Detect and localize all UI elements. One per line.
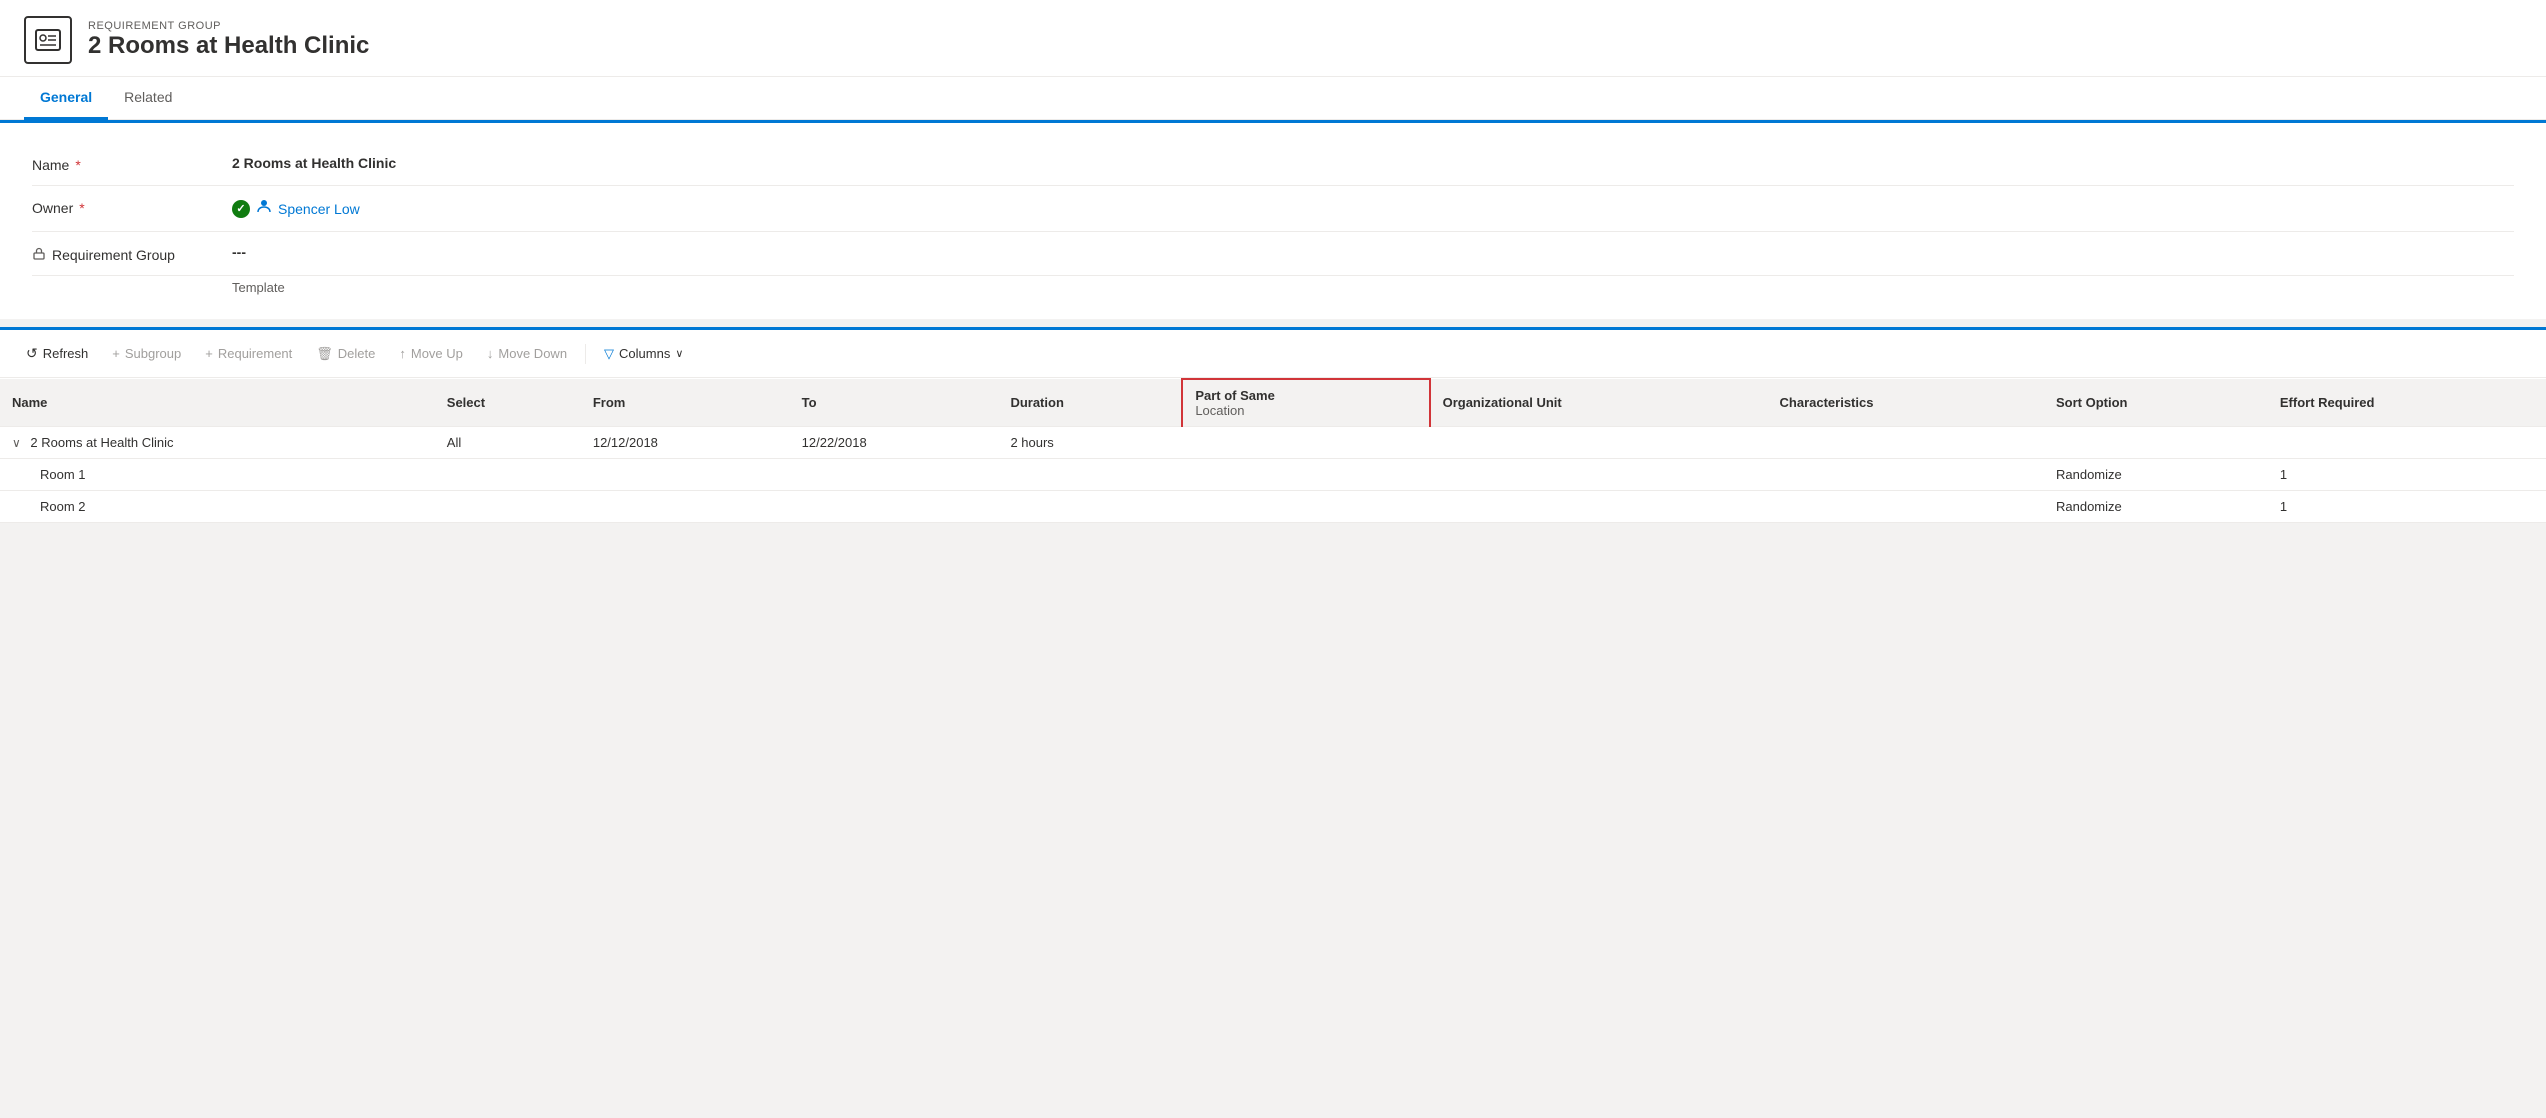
col-header-effort-required: Effort Required xyxy=(2268,379,2546,427)
value-name: 2 Rooms at Health Clinic xyxy=(232,155,2514,171)
cell-name-room1: Room 1 xyxy=(0,459,435,491)
grid-toolbar: ↺ Refresh + Subgroup + Requirement 🗑 Del… xyxy=(0,330,2546,378)
col-header-sort-option: Sort Option xyxy=(2044,379,2268,427)
col-header-part-of-same: Part of Same Location xyxy=(1182,379,1429,427)
movedown-icon: ↓ xyxy=(487,346,494,361)
refresh-button[interactable]: ↺ Refresh xyxy=(16,340,98,367)
cell-sortoption-room2: Randomize xyxy=(2044,491,2268,523)
form-section: Name * 2 Rooms at Health Clinic Owner * … xyxy=(0,123,2546,319)
cell-sortoption-group xyxy=(2044,427,2268,459)
tab-general[interactable]: General xyxy=(24,77,108,120)
table-row[interactable]: Room 2 Randomize 1 xyxy=(0,491,2546,523)
cell-from-room1 xyxy=(581,459,790,491)
form-row-owner: Owner * ✓ Spencer Low xyxy=(32,186,2514,232)
cell-effort-group xyxy=(2268,427,2546,459)
chevron-down-icon: ∨ xyxy=(675,347,683,360)
cell-characteristics-room1 xyxy=(1768,459,2044,491)
cell-orgunit-room2 xyxy=(1430,491,1768,523)
cell-partofsame-group xyxy=(1182,427,1429,459)
add-requirement-icon: + xyxy=(205,346,213,361)
cell-effort-room2: 1 xyxy=(2268,491,2546,523)
moveup-button[interactable]: ↑ Move Up xyxy=(389,341,473,366)
col-header-to: To xyxy=(790,379,999,427)
cell-partofsame-room2 xyxy=(1182,491,1429,523)
template-label-second-line: Template xyxy=(32,280,2514,295)
page-title: 2 Rooms at Health Clinic xyxy=(88,32,369,60)
lock-icon xyxy=(32,246,46,263)
cell-from-group: 12/12/2018 xyxy=(581,427,790,459)
cell-characteristics-room2 xyxy=(1768,491,2044,523)
grid-section: ↺ Refresh + Subgroup + Requirement 🗑 Del… xyxy=(0,327,2546,523)
table-header-row: Name Select From To Duration Part of Sam… xyxy=(0,379,2546,427)
cell-orgunit-room1 xyxy=(1430,459,1768,491)
form-row-template: Requirement Group --- xyxy=(32,232,2514,276)
col-header-select: Select xyxy=(435,379,581,427)
movedown-button[interactable]: ↓ Move Down xyxy=(477,341,577,366)
col-header-from: From xyxy=(581,379,790,427)
tab-related[interactable]: Related xyxy=(108,77,188,120)
entity-icon xyxy=(24,16,72,64)
cell-to-group: 12/22/2018 xyxy=(790,427,999,459)
subgroup-button[interactable]: + Subgroup xyxy=(102,341,191,366)
label-template: Requirement Group xyxy=(32,244,232,263)
table-row[interactable]: ∨ 2 Rooms at Health Clinic All 12/12/201… xyxy=(0,427,2546,459)
cell-from-room2 xyxy=(581,491,790,523)
form-row-name: Name * 2 Rooms at Health Clinic xyxy=(32,143,2514,186)
moveup-icon: ↑ xyxy=(399,346,406,361)
expand-icon: ∨ xyxy=(12,436,21,450)
refresh-icon: ↺ xyxy=(26,345,38,362)
cell-effort-room1: 1 xyxy=(2268,459,2546,491)
cell-duration-room1 xyxy=(998,459,1182,491)
delete-icon: 🗑 xyxy=(316,346,333,362)
toolbar-separator xyxy=(585,344,586,364)
col-header-name: Name xyxy=(0,379,435,427)
page-header: REQUIREMENT GROUP 2 Rooms at Health Clin… xyxy=(0,0,2546,77)
person-icon xyxy=(256,198,272,219)
requirement-button[interactable]: + Requirement xyxy=(195,341,302,366)
data-table: Name Select From To Duration Part of Sam… xyxy=(0,378,2546,523)
cell-orgunit-group xyxy=(1430,427,1768,459)
cell-to-room2 xyxy=(790,491,999,523)
cell-duration-group: 2 hours xyxy=(998,427,1182,459)
filter-icon: ▽ xyxy=(604,346,614,362)
col-header-duration: Duration xyxy=(998,379,1182,427)
required-star-owner: * xyxy=(79,200,84,216)
entity-type-label: REQUIREMENT GROUP xyxy=(88,20,369,32)
header-text: REQUIREMENT GROUP 2 Rooms at Health Clin… xyxy=(88,20,369,60)
cell-select-room2 xyxy=(435,491,581,523)
cell-name-group: ∨ 2 Rooms at Health Clinic xyxy=(0,427,435,459)
value-template: --- xyxy=(232,244,2514,260)
required-star-name: * xyxy=(75,157,80,173)
cell-to-room1 xyxy=(790,459,999,491)
label-owner: Owner * xyxy=(32,198,232,216)
col-header-characteristics: Characteristics xyxy=(1768,379,2044,427)
add-subgroup-icon: + xyxy=(112,346,120,361)
owner-link[interactable]: Spencer Low xyxy=(278,201,360,217)
tabs-bar: General Related xyxy=(0,77,2546,120)
col-header-org-unit: Organizational Unit xyxy=(1430,379,1768,427)
cell-sortoption-room1: Randomize xyxy=(2044,459,2268,491)
cell-name-room2: Room 2 xyxy=(0,491,435,523)
value-owner: ✓ Spencer Low xyxy=(232,198,2514,219)
label-name: Name * xyxy=(32,155,232,173)
cell-characteristics-group xyxy=(1768,427,2044,459)
cell-partofsame-room1 xyxy=(1182,459,1429,491)
columns-button[interactable]: ▽ Columns ∨ xyxy=(594,341,693,367)
delete-button[interactable]: 🗑 Delete xyxy=(306,341,385,367)
table-row[interactable]: Room 1 Randomize 1 xyxy=(0,459,2546,491)
cell-duration-room2 xyxy=(998,491,1182,523)
check-circle-icon: ✓ xyxy=(232,200,250,218)
cell-select-room1 xyxy=(435,459,581,491)
cell-select-group: All xyxy=(435,427,581,459)
